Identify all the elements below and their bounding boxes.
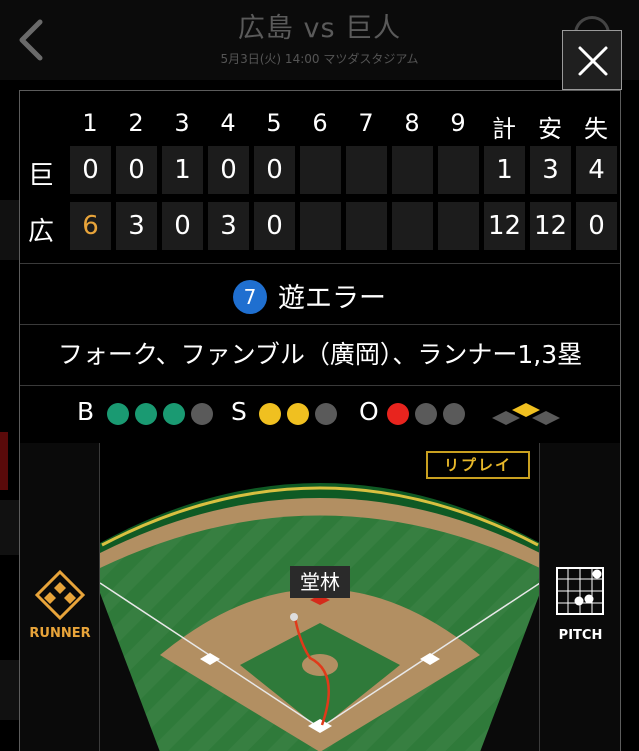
ball-label: B [77,397,95,426]
inning-score: 0 [116,146,157,194]
out-dot [443,403,465,425]
ball-dot [135,403,157,425]
runs-header: 計 [492,115,516,143]
team-name-away: 巨 [28,161,55,191]
inning-header: 9 [450,109,466,137]
background-strip [0,500,19,555]
out-label: O [359,397,379,426]
inning-score: 0 [254,202,295,250]
divider [20,324,620,325]
close-icon [578,46,608,76]
ball-dot [163,403,185,425]
runner-toggle[interactable]: RUNNER [20,443,100,751]
inning-header: 7 [358,109,374,137]
pitch-label: PITCH [558,628,603,643]
game-title: 広島 vs 巨人 [237,13,402,44]
background-header: 広島 vs 巨人 5月3日(火) 14:00 マツダスタジアム [0,0,639,80]
inning-header: 2 [128,109,144,137]
hits-header: 安 [538,115,562,143]
inning-score [346,202,387,250]
play-description: フォーク、ファンブル（廣岡）、ランナー1,3塁 [57,340,583,369]
second-base-icon [512,403,540,417]
strike-dot [287,403,309,425]
team-name-home: 広 [28,217,55,247]
play-result: 7 遊エラー [20,266,620,326]
scoreboard: 1 2 3 4 5 6 7 8 9 計 安 失 巨 0 0 1 0 0 1 3 … [20,91,620,263]
hits-total: 12 [530,202,571,250]
pitch-grid-icon [556,567,604,615]
runs-total: 12 [484,202,525,250]
ball-dot [191,403,213,425]
game-subtitle: 5月3日(火) 14:00 マツダスタジアム [220,52,419,66]
inning-score: 0 [254,146,295,194]
inning-score: 3 [116,202,157,250]
errors-total: 0 [576,202,617,250]
out-dot [387,403,409,425]
close-button[interactable] [562,30,622,90]
inning-score [300,202,341,250]
background-accent [0,432,8,490]
inning-score: 0 [162,202,203,250]
divider [20,263,620,264]
strike-dot [315,403,337,425]
runner-label: RUNNER [29,626,91,641]
play-number-badge: 7 [233,280,267,314]
hits-total: 3 [530,146,571,194]
fielder-name: 堂林 [290,566,350,598]
first-base-icon [532,411,560,425]
ball-count: B S O [20,387,620,443]
background-strip [0,660,19,720]
inning-score: 6 [70,202,111,250]
inning-score [392,202,433,250]
runner-diamond-icon [34,569,86,621]
strike-dot [259,403,281,425]
inning-header: 3 [174,109,190,137]
pitch-toggle[interactable]: PITCH [539,443,620,751]
divider [20,385,620,386]
inning-header: 6 [312,109,328,137]
runs-total: 1 [484,146,525,194]
play-detail-panel: 1 2 3 4 5 6 7 8 9 計 安 失 巨 0 0 1 0 0 1 3 … [19,90,621,751]
inning-score: 1 [162,146,203,194]
inning-header: 4 [220,109,236,137]
inning-header: 8 [404,109,420,137]
inning-score [300,146,341,194]
play-result-text: 遊エラー [278,283,386,314]
field-view: RUNNER PITCH リプレイ 堂林 [20,443,620,751]
inning-score [346,146,387,194]
replay-button[interactable]: リプレイ [426,451,530,479]
strike-label: S [231,397,247,426]
background-strip [0,200,19,260]
third-base-icon [492,411,520,425]
inning-score [392,146,433,194]
inning-score [438,146,479,194]
inning-score: 3 [208,202,249,250]
base-diamond-icon [492,403,560,425]
ball-dot [107,403,129,425]
inning-header: 5 [266,109,282,137]
inning-score: 0 [70,146,111,194]
inning-header: 1 [82,109,98,137]
inning-score: 0 [208,146,249,194]
errors-total: 4 [576,146,617,194]
errors-header: 失 [584,115,608,143]
out-dot [415,403,437,425]
inning-score [438,202,479,250]
